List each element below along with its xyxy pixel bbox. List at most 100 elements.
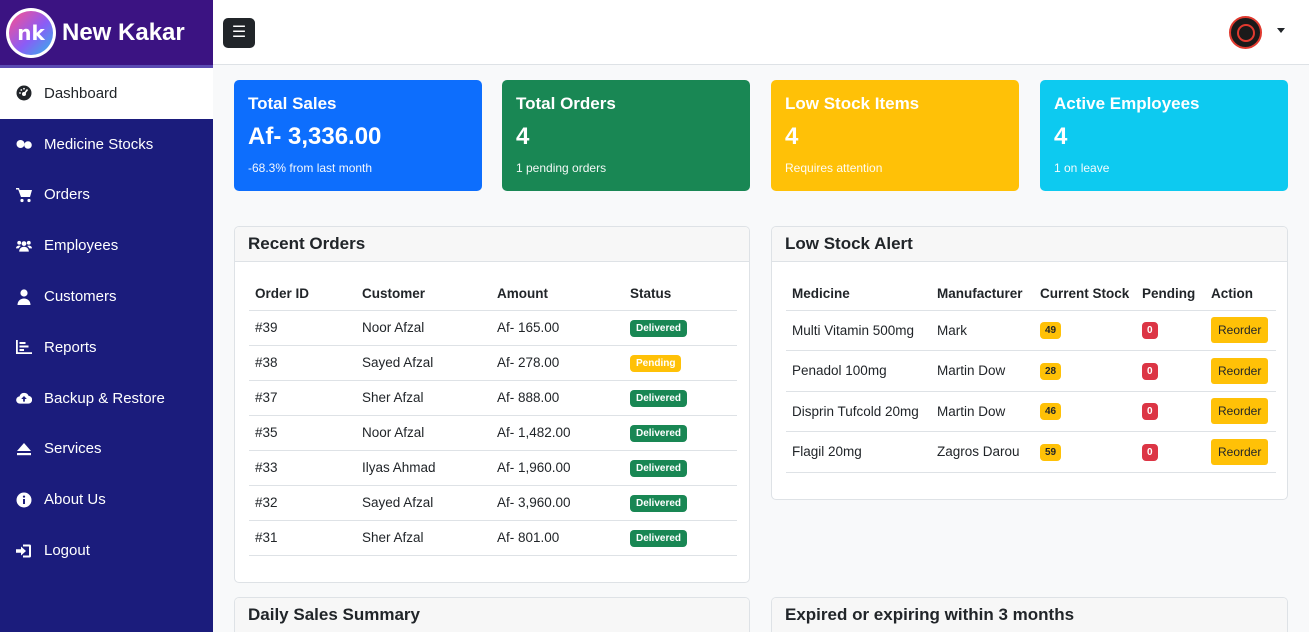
order-amount: Af- 278.00 [491, 345, 624, 381]
info-icon [16, 492, 38, 508]
table-row: Disprin Tufcold 20mg Martin Dow 46 0 Reo… [786, 391, 1276, 432]
sidebar-item-label: Orders [44, 186, 90, 204]
order-amount: Af- 801.00 [491, 520, 624, 556]
sidebar-item-services[interactable]: Services [0, 424, 213, 475]
sidebar-item-label: Employees [44, 237, 119, 255]
medicine-name: Flagil 20mg [786, 431, 931, 473]
low-stock-value: 4 [785, 123, 799, 150]
order-id: #35 [249, 415, 356, 451]
reorder-button[interactable]: Reorder [1211, 317, 1269, 344]
sidebar-item-backup-restore[interactable]: Backup & Restore [0, 373, 213, 424]
cart-icon [16, 187, 38, 203]
eject-icon [16, 441, 38, 457]
manufacturer: Martin Dow [931, 350, 1034, 392]
total-orders-title: Total Orders [516, 94, 616, 113]
pending-badge: 0 [1142, 403, 1158, 421]
status-badge: Delivered [630, 389, 688, 407]
sidebar-item-label: Dashboard [44, 84, 118, 102]
sidebar-item-orders[interactable]: Orders [0, 170, 213, 221]
sidebar-item-dashboard[interactable]: Dashboard [0, 68, 213, 119]
order-customer: Noor Afzal [356, 415, 491, 451]
order-id: #31 [249, 520, 356, 556]
sidebar-item-customers[interactable]: Customers [0, 271, 213, 322]
order-customer: Sayed Afzal [356, 345, 491, 381]
column-header: Manufacturer [931, 277, 1034, 311]
sidebar-toggle-button[interactable]: ☰ [223, 18, 255, 48]
table-row[interactable]: #38 Sayed Afzal Af- 278.00 Pending [249, 345, 737, 381]
pending-badge: 0 [1142, 322, 1158, 340]
top-navbar: ☰ [213, 0, 1309, 65]
table-header-row: Order ID Customer Amount Status [249, 277, 737, 311]
total-sales-title: Total Sales [248, 94, 337, 113]
expired-panel: Expired or expiring within 3 months [771, 597, 1288, 632]
total-sales-value: Af- 3,336.00 [248, 123, 382, 150]
brand[interactable]: nk New Kakar [0, 0, 213, 68]
table-row[interactable]: #37 Sher Afzal Af- 888.00 Delivered [249, 380, 737, 416]
order-amount: Af- 1,482.00 [491, 415, 624, 451]
status-badge: Delivered [630, 319, 688, 337]
status-badge: Delivered [630, 529, 688, 547]
status-badge: Delivered [630, 424, 688, 442]
medicine-name: Disprin Tufcold 20mg [786, 391, 931, 432]
table-row[interactable]: #39 Noor Afzal Af- 165.00 Delivered [249, 310, 737, 346]
column-header: Amount [491, 277, 624, 311]
low-stock-alert-panel: Low Stock Alert Medicine Manufacturer Cu… [771, 226, 1288, 500]
sidebar-item-label: Medicine Stocks [44, 135, 154, 153]
stock-badge: 46 [1040, 403, 1062, 421]
sidebar-item-label: About Us [44, 491, 106, 509]
column-header: Status [624, 277, 737, 311]
sidebar-item-about-us[interactable]: About Us [0, 474, 213, 525]
status-badge: Delivered [630, 494, 688, 512]
column-header: Action [1205, 277, 1276, 311]
reorder-button[interactable]: Reorder [1211, 357, 1269, 384]
stock-badge: 49 [1040, 322, 1062, 340]
total-orders-value: 4 [516, 123, 530, 150]
cloud-upload-icon [16, 390, 38, 406]
stock-badge: 59 [1040, 443, 1062, 461]
manufacturer: Martin Dow [931, 391, 1034, 432]
brand-name: New Kakar [62, 18, 185, 46]
column-header: Order ID [249, 277, 356, 311]
sidebar-item-logout[interactable]: Logout [0, 525, 213, 576]
order-id: #39 [249, 310, 356, 346]
sidebar-item-reports[interactable]: Reports [0, 322, 213, 373]
order-customer: Noor Afzal [356, 310, 491, 346]
user-avatar[interactable] [1229, 16, 1262, 49]
order-id: #32 [249, 485, 356, 521]
order-id: #37 [249, 380, 356, 416]
chart-icon [16, 339, 38, 355]
table-row[interactable]: #35 Noor Afzal Af- 1,482.00 Delivered [249, 415, 737, 451]
sidebar-item-label: Logout [44, 542, 90, 560]
table-row[interactable]: #31 Sher Afzal Af- 801.00 Delivered [249, 520, 737, 556]
table-row[interactable]: #33 Ilyas Ahmad Af- 1,960.00 Delivered [249, 450, 737, 486]
recent-orders-title: Recent Orders [235, 227, 749, 262]
expired-title: Expired or expiring within 3 months [772, 598, 1287, 632]
column-header: Pending [1136, 277, 1205, 311]
column-header: Customer [356, 277, 491, 311]
order-customer: Ilyas Ahmad [356, 450, 491, 486]
total-sales-card: Total Sales Af- 3,336.00 -68.3% from las… [234, 80, 482, 191]
low-stock-table: Medicine Manufacturer Current Stock Pend… [786, 277, 1276, 473]
order-id: #33 [249, 450, 356, 486]
reorder-button[interactable]: Reorder [1211, 398, 1269, 425]
total-sales-note: -68.3% from last month [248, 161, 373, 175]
avatar-emblem [1236, 23, 1255, 42]
order-customer: Sher Afzal [356, 520, 491, 556]
status-badge: Delivered [630, 459, 688, 477]
status-badge: Pending [630, 354, 682, 372]
recent-orders-table: Order ID Customer Amount Status #39 Noor… [249, 277, 737, 556]
reorder-button[interactable]: Reorder [1211, 438, 1269, 465]
order-amount: Af- 165.00 [491, 310, 624, 346]
daily-sales-panel: Daily Sales Summary [234, 597, 750, 632]
table-row[interactable]: #32 Sayed Afzal Af- 3,960.00 Delivered [249, 485, 737, 521]
sidebar-item-employees[interactable]: Employees [0, 220, 213, 271]
table-row: Multi Vitamin 500mg Mark 49 0 Reorder [786, 310, 1276, 351]
active-employees-card: Active Employees 4 1 on leave [1040, 80, 1288, 191]
table-row: Flagil 20mg Zagros Darou 59 0 Reorder [786, 431, 1276, 473]
sidebar-item-medicine-stocks[interactable]: Medicine Stocks [0, 119, 213, 170]
logout-icon [16, 543, 38, 559]
chevron-down-icon[interactable] [1277, 28, 1285, 33]
daily-sales-title: Daily Sales Summary [235, 598, 749, 632]
column-header: Medicine [786, 277, 931, 311]
low-stock-note: Requires attention [785, 161, 883, 175]
